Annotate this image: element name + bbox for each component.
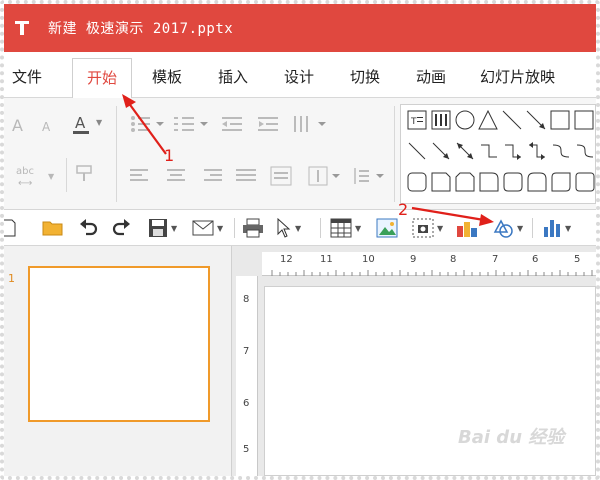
print-icon[interactable]: [242, 216, 264, 240]
svg-text:A: A: [75, 114, 86, 132]
bar-chart-icon[interactable]: ▼: [542, 216, 571, 240]
divider: [394, 106, 395, 202]
watermark-text: Bai du 经验: [458, 427, 565, 448]
undo-icon[interactable]: [78, 216, 98, 240]
align-left-icon[interactable]: [130, 168, 150, 188]
new-icon[interactable]: [4, 216, 16, 240]
tab-transition[interactable]: 切换: [350, 66, 380, 87]
ruler-label: 12: [280, 254, 293, 265]
tab-template[interactable]: 模板: [152, 66, 182, 87]
select-pointer-icon[interactable]: ▼: [276, 216, 301, 240]
chevron-down-icon[interactable]: ▼: [171, 224, 177, 233]
line-spacing-icon[interactable]: [352, 166, 388, 190]
chevron-down-icon[interactable]: ▼: [517, 224, 523, 233]
divider: [66, 158, 67, 192]
annotation-label: 1: [164, 146, 175, 165]
title-bar: 新建 极速演示 2017.pptx: [4, 4, 596, 52]
chevron-down-icon[interactable]: ▼: [355, 224, 361, 233]
distribute-icon[interactable]: [270, 166, 292, 190]
font-color-icon[interactable]: A: [70, 112, 92, 138]
svg-text:T: T: [410, 117, 417, 127]
chevron-down-icon[interactable]: ▼: [96, 118, 102, 127]
ruler-label: 7: [243, 346, 250, 357]
text-box-icon: T: [407, 110, 427, 130]
tab-insert[interactable]: 插入: [218, 66, 248, 87]
slide-number: 1: [8, 272, 15, 285]
ruler-label: 5: [574, 254, 581, 265]
align-right-icon[interactable]: [202, 168, 222, 188]
annotation-label: 2: [398, 200, 409, 219]
char-spacing-icon[interactable]: abc: [16, 166, 34, 177]
ruler-label: 5: [243, 444, 250, 455]
spacing-arrows-icon: ⟷: [18, 178, 33, 189]
vertical-ruler: 8 7 6 5: [236, 276, 258, 476]
chevron-down-icon[interactable]: ▼: [437, 224, 443, 233]
align-center-icon[interactable]: [166, 168, 186, 188]
ruler-label: 10: [362, 254, 375, 265]
ruler-label: 8: [450, 254, 457, 265]
columns-icon[interactable]: [292, 114, 332, 138]
shapes-gallery[interactable]: T: [400, 104, 596, 204]
menu-bar: 文件 开始 模板 插入 设计 切换 动画 幻灯片放映: [4, 52, 596, 99]
ruler-label: 6: [532, 254, 539, 265]
divider: [116, 106, 117, 202]
tab-file[interactable]: 文件: [12, 66, 42, 87]
chevron-down-icon[interactable]: ▼: [295, 224, 301, 233]
horizontal-ruler: 12 11 10 9 8 7 6 5: [262, 252, 596, 276]
divider: [532, 218, 533, 238]
presentation-logo-icon[interactable]: [10, 16, 34, 40]
tab-home[interactable]: 开始: [72, 58, 133, 99]
chevron-down-icon[interactable]: ▼: [217, 224, 223, 233]
justify-icon[interactable]: [236, 168, 256, 188]
slide-thumbnail[interactable]: [28, 266, 210, 422]
shapes-icon[interactable]: ▼: [492, 216, 523, 240]
picture-icon[interactable]: [376, 216, 398, 240]
chevron-down-icon[interactable]: ▼: [565, 224, 571, 233]
decrease-indent-icon[interactable]: [222, 116, 242, 136]
divider: [234, 218, 235, 238]
chart-insert-icon[interactable]: [456, 216, 478, 240]
tab-design[interactable]: 设计: [284, 66, 314, 87]
decrease-font-icon[interactable]: A: [42, 120, 50, 134]
save-icon[interactable]: ▼: [148, 216, 177, 240]
divider: [320, 218, 321, 238]
screenshot-icon[interactable]: ▼: [412, 216, 443, 240]
email-icon[interactable]: ▼: [192, 216, 223, 240]
increase-font-icon[interactable]: A: [12, 116, 23, 135]
window-title: 新建 极速演示 2017.pptx: [48, 21, 234, 37]
ruler-label: 6: [243, 398, 250, 409]
tab-slideshow[interactable]: 幻灯片放映: [480, 66, 555, 87]
ruler-label: 9: [410, 254, 417, 265]
bullets-icon[interactable]: [130, 114, 170, 138]
text-direction-icon[interactable]: [308, 166, 344, 190]
open-folder-icon[interactable]: [42, 216, 64, 240]
vertical-text-box-icon: [431, 110, 451, 130]
redo-icon[interactable]: [112, 216, 132, 240]
slide-thumbnails-pane: 1: [4, 246, 232, 476]
numbering-icon[interactable]: [174, 114, 214, 138]
format-painter-icon[interactable]: [74, 162, 98, 186]
quick-access-toolbar: ▼ ▼ ▼ ▼ ▼ ▼ ▼: [4, 210, 596, 246]
ruler-label: 11: [320, 254, 333, 265]
tab-animation[interactable]: 动画: [416, 66, 446, 87]
ruler-label: 7: [492, 254, 499, 265]
increase-indent-icon[interactable]: [258, 116, 278, 136]
chevron-down-icon[interactable]: ▼: [48, 172, 54, 181]
table-icon[interactable]: ▼: [330, 216, 361, 240]
ribbon: A A A ▼ abc ⟷ ▼ T: [4, 98, 596, 210]
watermark-logo: Bai du 经验: [458, 418, 564, 454]
ruler-label: 8: [243, 294, 250, 305]
